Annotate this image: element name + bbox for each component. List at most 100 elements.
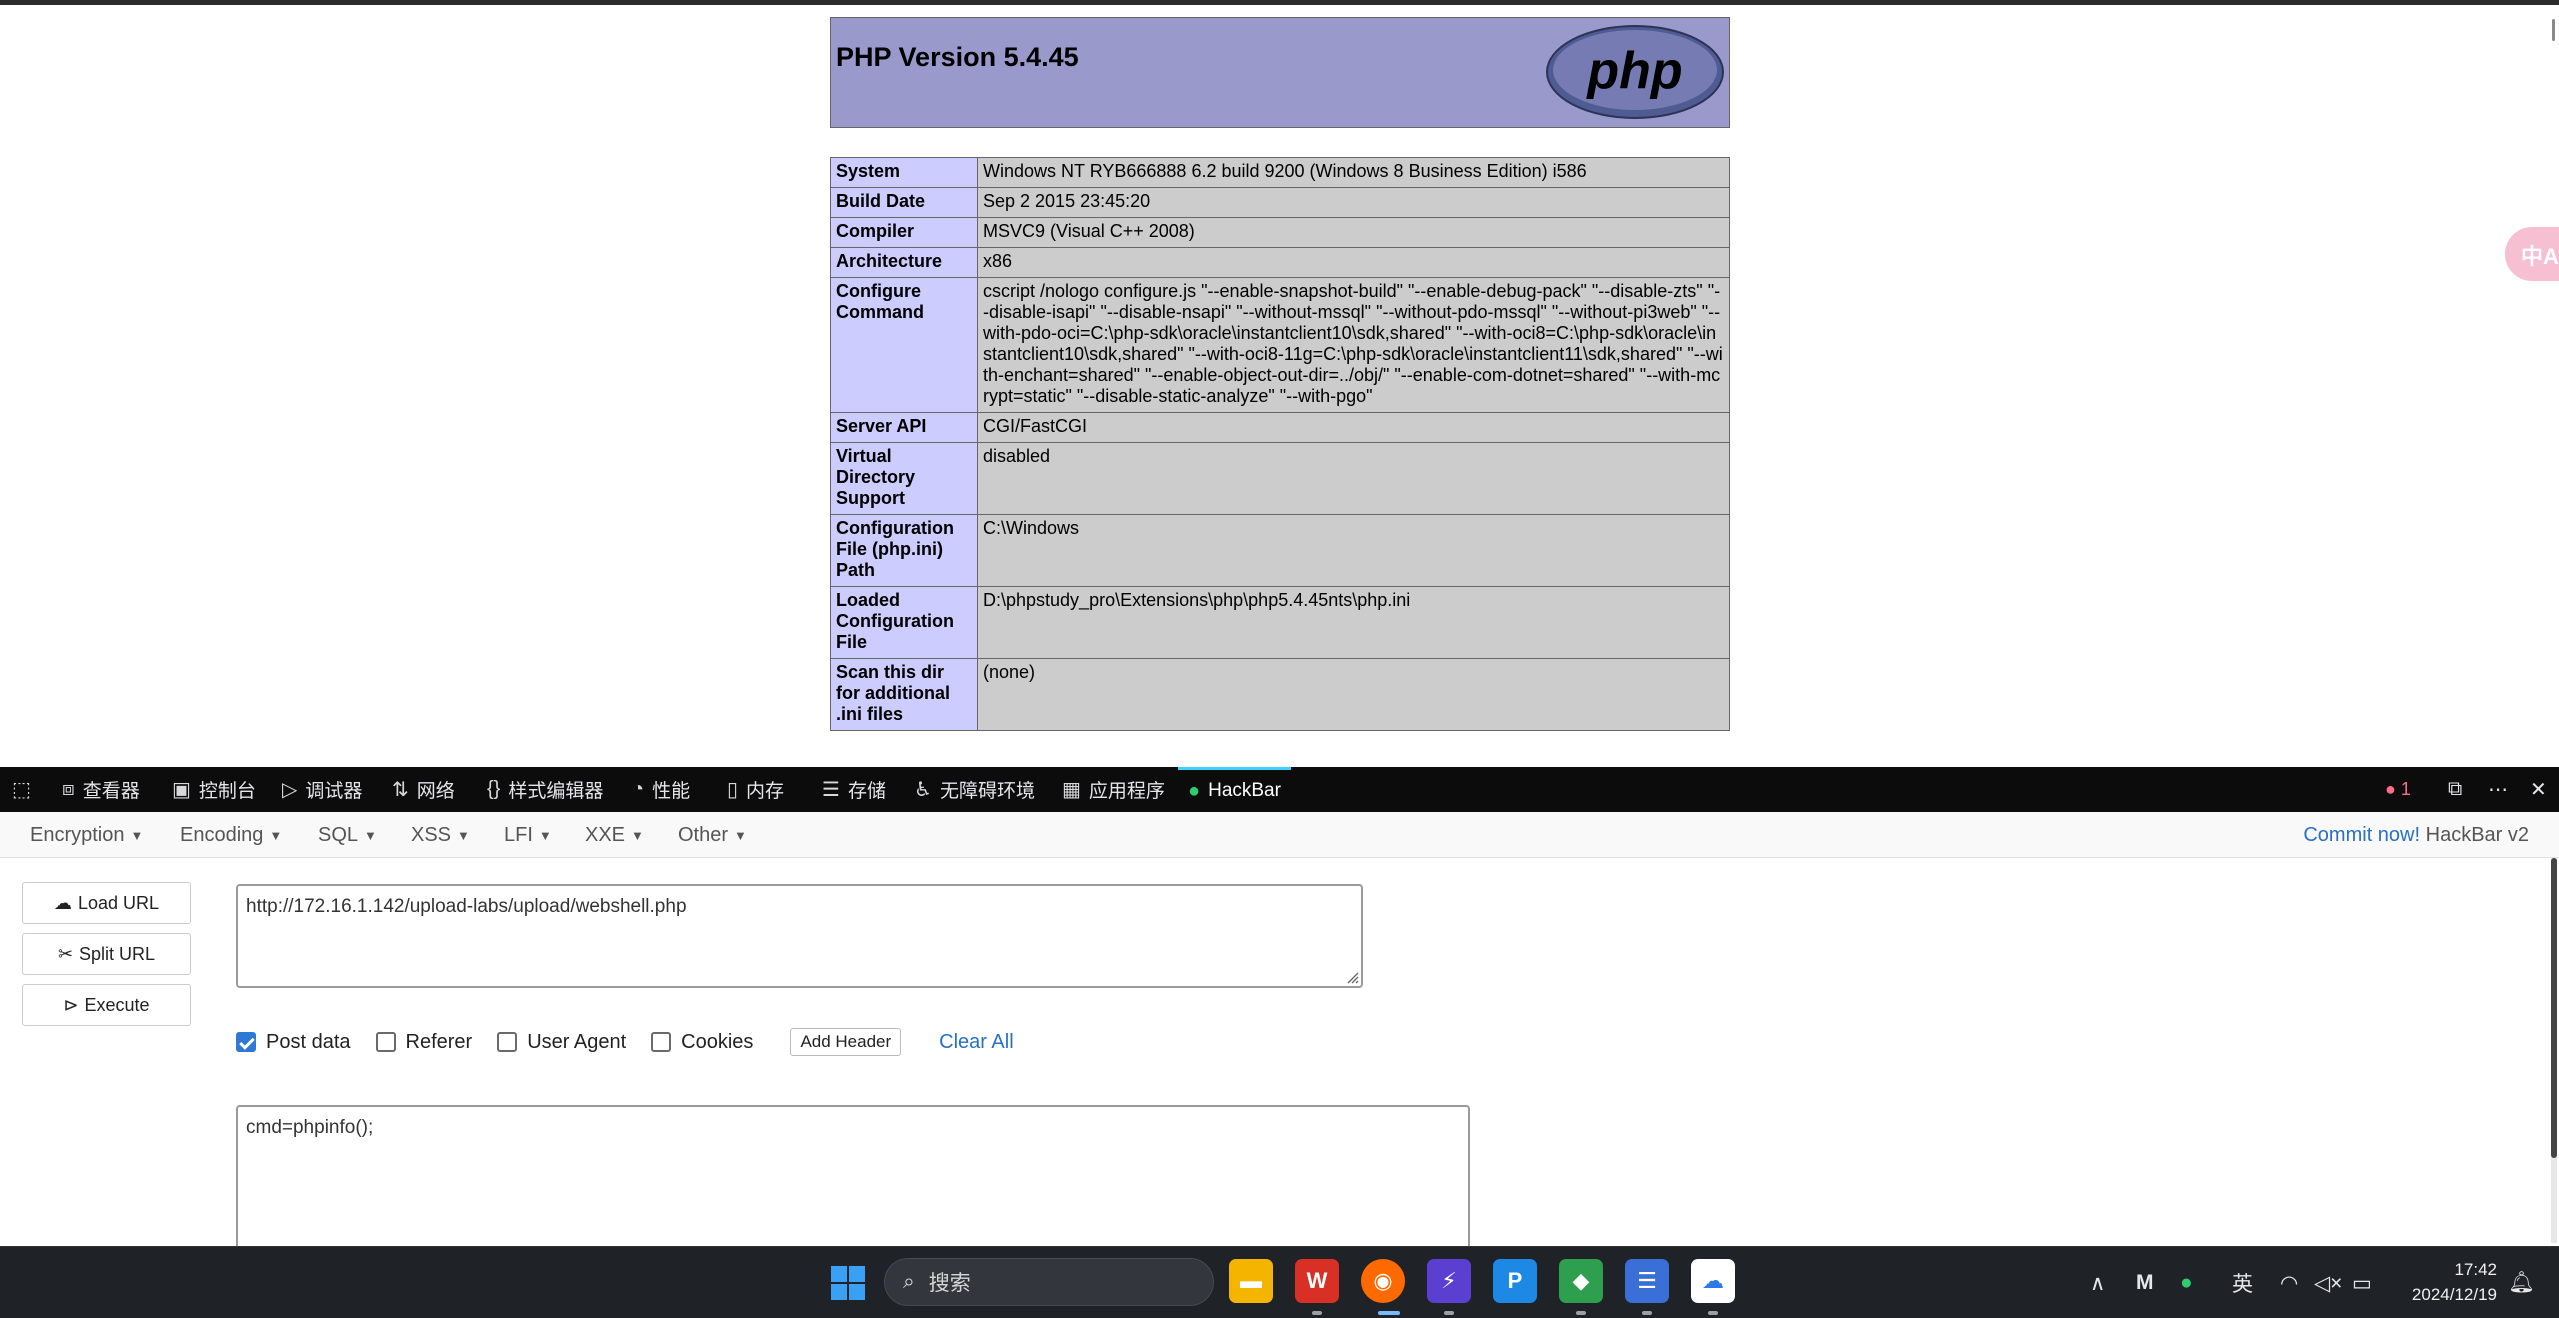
tab-application[interactable]: ▦ 应用程序 xyxy=(1062,767,1165,812)
performance-icon: ◔ xyxy=(632,778,645,800)
error-indicator[interactable]: ● 1 xyxy=(2385,767,2411,812)
user-agent-checkbox[interactable]: User Agent xyxy=(497,1031,626,1054)
volume-muted-icon[interactable]: ◁× xyxy=(2314,1247,2342,1318)
info-label: Configure Command xyxy=(830,277,978,413)
android-app-icon[interactable]: ◆ xyxy=(1559,1259,1603,1303)
tab-performance[interactable]: ◔ 性能 xyxy=(632,767,690,812)
notepad-icon[interactable]: ☰ xyxy=(1625,1259,1669,1303)
tab-network[interactable]: ⇅ 网络 xyxy=(392,767,455,812)
add-header-button[interactable]: Add Header xyxy=(790,1028,902,1056)
info-row: System Windows NT RYB666888 6.2 build 920… xyxy=(830,157,1730,188)
clear-all-button[interactable]: Clear All xyxy=(939,1031,1013,1054)
scissors-icon: ✂ xyxy=(57,943,74,964)
clock-date: 2024/12/19 xyxy=(2411,1285,2497,1304)
info-row: Configuration File (php.ini) Path C:\Wind… xyxy=(830,514,1730,587)
notification-bell-icon[interactable]: 🔔︎ xyxy=(2508,1247,2535,1318)
tab-console[interactable]: ▣ 控制台 xyxy=(172,767,256,812)
tab-debugger[interactable]: ▷ 调试器 xyxy=(282,767,362,812)
commit-banner: Commit now! HackBar v2 xyxy=(2303,824,2529,846)
page-scrollbar[interactable] xyxy=(2552,19,2555,41)
info-label: Virtual Directory Support xyxy=(830,442,978,515)
cookies-checkbox[interactable]: Cookies xyxy=(651,1031,753,1054)
running-indicator xyxy=(1312,1311,1322,1315)
network-icon: ⇅ xyxy=(392,779,409,801)
gmail-tray-icon[interactable]: M xyxy=(2136,1247,2154,1318)
running-indicator xyxy=(1642,1311,1652,1315)
info-row: Scan this dir for additional .ini files(… xyxy=(830,658,1730,731)
menu-encoding[interactable]: Encoding ▼ xyxy=(180,824,282,847)
post-data-checkbox[interactable]: Post data xyxy=(236,1031,351,1054)
wechat-tray-icon[interactable]: ● xyxy=(2180,1247,2193,1318)
info-label: System xyxy=(830,157,978,188)
memory-icon: ▯ xyxy=(727,779,739,801)
php-info-table: System Windows NT RYB666888 6.2 build 920… xyxy=(830,157,1730,731)
info-value: disabled xyxy=(977,442,1730,515)
tab-inspector[interactable]: ⧈ 查看器 xyxy=(62,767,140,812)
devtools-scrollbar[interactable] xyxy=(2551,858,2557,1243)
info-row: Configure Command cscript /nologo configu… xyxy=(830,277,1730,413)
tab-memory[interactable]: ▯ 内存 xyxy=(727,767,784,812)
running-indicator xyxy=(1444,1311,1454,1315)
load-url-button[interactable]: ☁ Load URL xyxy=(22,882,191,924)
info-label: Scan this dir for additional .ini files xyxy=(830,658,978,731)
post-data-input[interactable]: cmd=phpinfo(); xyxy=(236,1105,1470,1246)
tray-expand-icon[interactable]: ∧ xyxy=(2090,1247,2105,1318)
checkbox-icon xyxy=(497,1032,518,1052)
dock-side-icon[interactable]: ⧉ xyxy=(2448,767,2462,812)
windows-start-icon[interactable] xyxy=(830,1265,866,1301)
url-input[interactable]: http://172.16.1.142/upload-labs/upload/w… xyxy=(236,884,1363,988)
tab-hackbar[interactable]: ● HackBar xyxy=(1178,767,1291,812)
lightning-app-icon[interactable]: ⚡ xyxy=(1427,1259,1471,1303)
translate-button[interactable]: 中A xyxy=(2505,227,2559,281)
chevron-down-icon: ▼ xyxy=(631,828,644,844)
tab-accessibility[interactable]: ♿ 无障碍环境 xyxy=(914,767,1035,812)
wifi-icon[interactable]: ◠ xyxy=(2280,1247,2298,1318)
element-picker-icon[interactable]: ⬚ xyxy=(12,767,31,812)
more-options-icon[interactable]: ⋯ xyxy=(2488,767,2508,812)
split-url-button[interactable]: ✂ Split URL xyxy=(22,933,191,975)
taskbar-search[interactable]: ⌕ 搜索 xyxy=(884,1258,1214,1306)
p-app-icon[interactable]: P xyxy=(1493,1259,1537,1303)
info-row: Build Date Sep 2 2015 23:45:20 xyxy=(830,187,1730,218)
clock-time: 17:42 xyxy=(2454,1260,2497,1279)
accessibility-icon: ♿ xyxy=(914,779,932,801)
resize-grip-icon[interactable] xyxy=(1345,970,1359,984)
menu-lfi[interactable]: LFI ▼ xyxy=(504,824,552,847)
firefox-icon[interactable]: ◉ xyxy=(1361,1259,1405,1303)
screen: PHP Version 5.4.45 php System Windows NT … xyxy=(0,0,2559,1318)
tab-style-editor[interactable]: {} 样式编辑器 xyxy=(487,767,603,812)
php-logo-icon: php xyxy=(1546,25,1724,119)
wps-office-icon[interactable]: W xyxy=(1295,1259,1339,1303)
commit-now-link[interactable]: Commit now! xyxy=(2303,824,2420,846)
info-value: CGI/FastCGI xyxy=(977,412,1730,443)
checkbox-icon xyxy=(651,1032,672,1052)
cloud-app-icon[interactable]: ☁ xyxy=(1691,1259,1735,1303)
console-icon: ▣ xyxy=(172,779,191,801)
taskbar-clock[interactable]: 17:42 2024/12/19 xyxy=(2412,1257,2497,1307)
file-explorer-icon[interactable]: ▬ xyxy=(1229,1259,1273,1303)
menu-xxe[interactable]: XXE ▼ xyxy=(585,824,644,847)
info-row: Architecture x86 xyxy=(830,247,1730,278)
chevron-down-icon: ▼ xyxy=(269,828,283,844)
menu-sql[interactable]: SQL ▼ xyxy=(318,824,377,847)
info-label: Build Date xyxy=(830,187,978,218)
battery-icon[interactable]: ▭ xyxy=(2352,1247,2372,1318)
chevron-down-icon: ▼ xyxy=(364,828,377,844)
error-icon: ● xyxy=(2385,779,2401,799)
execute-button[interactable]: ⊳ Execute xyxy=(22,984,191,1026)
tab-storage[interactable]: ☰ 存储 xyxy=(822,767,886,812)
info-label: Configuration File (php.ini) Path xyxy=(830,514,978,587)
close-devtools-icon[interactable]: ✕ xyxy=(2530,767,2547,812)
ime-indicator[interactable]: 英 xyxy=(2232,1247,2253,1318)
menu-other[interactable]: Other ▼ xyxy=(678,824,747,847)
search-icon: ⌕ xyxy=(903,1270,915,1293)
svg-text:php: php xyxy=(1585,42,1682,100)
scrollbar-thumb[interactable] xyxy=(2551,858,2557,1158)
menu-xss[interactable]: XSS ▼ xyxy=(411,824,470,847)
info-value: cscript /nologo configure.js "--enable-s… xyxy=(977,277,1730,413)
style-editor-icon: {} xyxy=(487,778,501,800)
page-viewport[interactable]: PHP Version 5.4.45 php System Windows NT … xyxy=(0,5,2559,767)
menu-encryption[interactable]: Encryption ▼ xyxy=(30,824,143,847)
referer-checkbox[interactable]: Referer xyxy=(375,1031,472,1054)
info-label: Compiler xyxy=(830,217,978,248)
